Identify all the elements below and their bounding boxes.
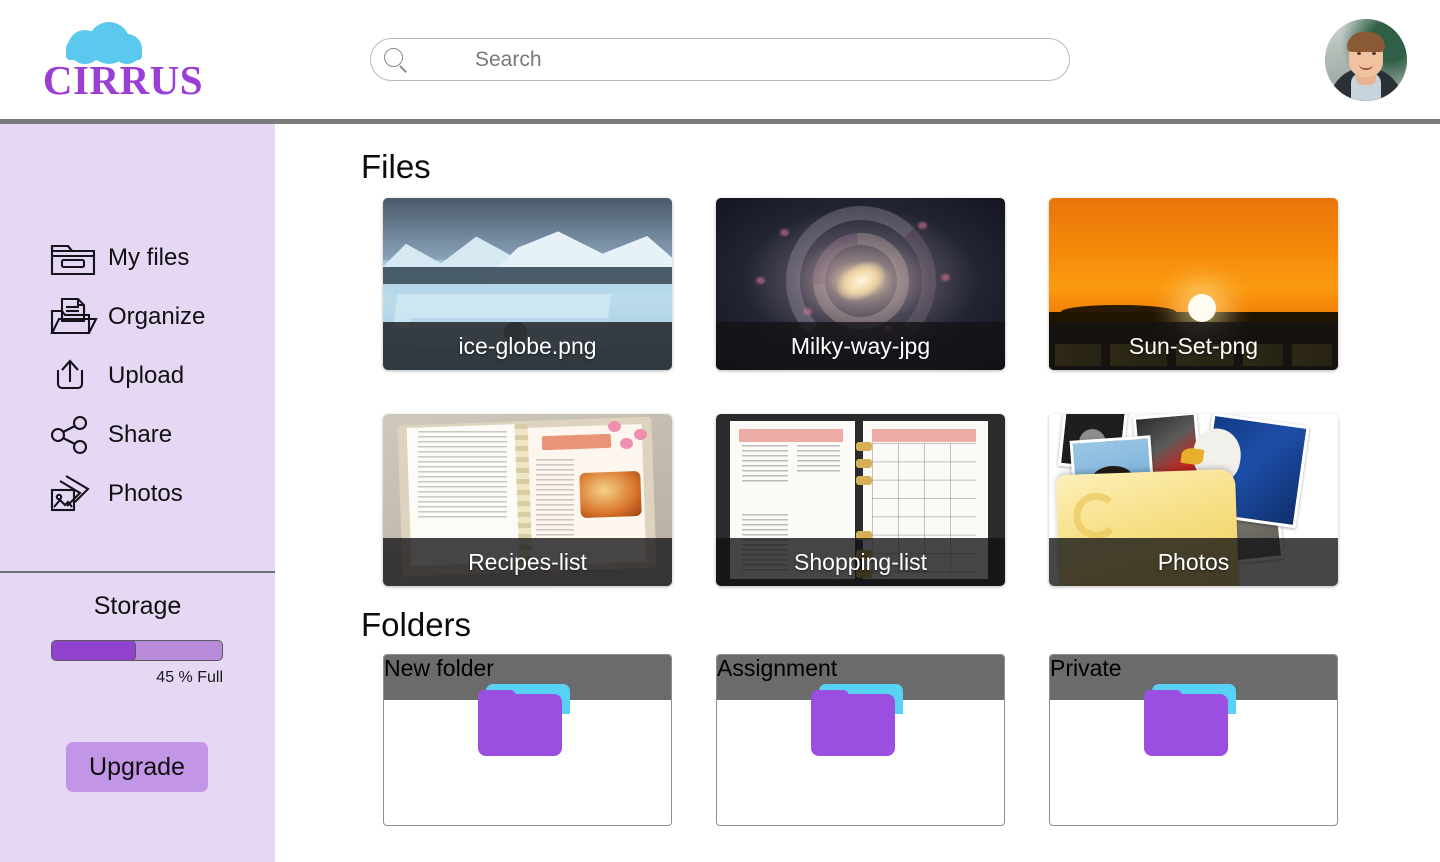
- sidebar-item-label: Photos: [108, 479, 183, 507]
- storage-progress-bar: [51, 640, 223, 661]
- folders-grid: New folder Assignment Private: [383, 654, 1338, 826]
- sidebar-item-label: Organize: [108, 302, 206, 330]
- storage-percent-label: 45 % Full: [156, 669, 223, 686]
- file-card[interactable]: Shopping-list: [716, 414, 1005, 586]
- folder-icon: [811, 684, 911, 764]
- folder-icon: [1144, 684, 1244, 764]
- brand-name: CIRRUS: [42, 57, 204, 103]
- file-card[interactable]: Milky-way-jpg: [716, 198, 1005, 370]
- sidebar-item-label: Share: [108, 420, 173, 448]
- folders-section-title: Folders: [361, 606, 472, 643]
- upgrade-button[interactable]: Upgrade: [66, 742, 208, 792]
- sidebar-nav: My files Organize Upload Share Photos: [0, 228, 275, 523]
- file-card-label: Sun-Set-png: [1049, 322, 1338, 370]
- storage-progress-fill: [52, 641, 136, 660]
- file-card[interactable]: Photos: [1049, 414, 1338, 586]
- folder-card[interactable]: Assignment: [716, 654, 1005, 826]
- sidebar-divider: [0, 571, 275, 573]
- cirrus-cloud-app: CIRRUS Search My files Organize Upload S…: [0, 0, 1440, 862]
- files-grid-row-1: ice-globe.png Milky-way-jpg Sun-Set-png: [383, 198, 1338, 370]
- folder-card[interactable]: Private: [1049, 654, 1338, 826]
- folder-files-icon: [46, 236, 100, 280]
- cloud-icon: [60, 22, 148, 64]
- sidebar-item-label: Upload: [108, 361, 185, 389]
- sidebar-item-upload[interactable]: Upload: [0, 346, 275, 405]
- search-input[interactable]: [475, 39, 1055, 80]
- search-icon: [383, 47, 411, 75]
- file-card[interactable]: Recipes-list: [383, 414, 672, 586]
- avatar[interactable]: [1325, 19, 1407, 101]
- sidebar-item-my-files[interactable]: My files: [0, 228, 275, 287]
- file-card-label: Shopping-list: [716, 538, 1005, 586]
- files-section-title: Files: [361, 148, 431, 185]
- sidebar-item-photos[interactable]: Photos: [0, 464, 275, 523]
- folder-icon: [478, 684, 578, 764]
- sidebar-item-share[interactable]: Share: [0, 405, 275, 464]
- photo-stack-icon: [46, 472, 100, 516]
- file-card-label: Milky-way-jpg: [716, 322, 1005, 370]
- file-card-label: Recipes-list: [383, 538, 672, 586]
- folder-card[interactable]: New folder: [383, 654, 672, 826]
- share-nodes-icon: [46, 413, 100, 457]
- main-content: Files ice-globe.png Milky-way-jpg Sun-Se…: [275, 124, 1440, 862]
- file-card[interactable]: ice-globe.png: [383, 198, 672, 370]
- file-card-label: ice-globe.png: [383, 322, 672, 370]
- upload-arrow-icon: [46, 354, 100, 398]
- sidebar-item-organize[interactable]: Organize: [0, 287, 275, 346]
- folder-document-icon: [46, 295, 100, 339]
- storage-title: Storage: [93, 592, 182, 620]
- sidebar: My files Organize Upload Share Photos St…: [0, 124, 275, 862]
- files-grid-row-2: Recipes-list Shopping-list Photos: [383, 414, 1338, 586]
- brand-logo[interactable]: CIRRUS: [28, 14, 218, 109]
- sidebar-item-label: My files: [108, 243, 190, 271]
- file-card[interactable]: Sun-Set-png: [1049, 198, 1338, 370]
- app-header: CIRRUS: [0, 0, 1440, 119]
- file-card-label: Photos: [1049, 538, 1338, 586]
- search-bar[interactable]: [370, 38, 1070, 81]
